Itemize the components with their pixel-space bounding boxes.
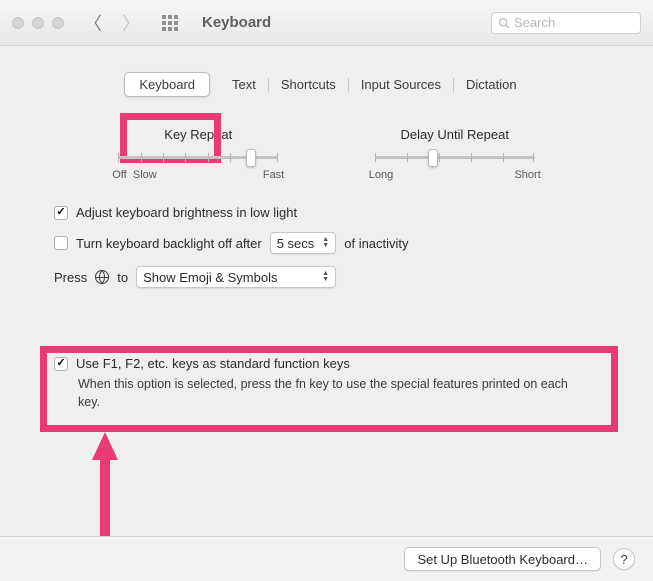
bluetooth-keyboard-button[interactable]: Set Up Bluetooth Keyboard…: [404, 547, 601, 571]
row-fn-keys: Use F1, F2, etc. keys as standard functi…: [54, 356, 610, 411]
tab-dictation[interactable]: Dictation: [454, 73, 529, 96]
control-close[interactable]: [12, 17, 24, 29]
annotation-arrow: [90, 432, 120, 552]
options: Adjust keyboard brightness in low light …: [0, 181, 653, 288]
help-button[interactable]: ?: [613, 548, 635, 570]
checkbox-adjust-brightness[interactable]: [54, 206, 68, 220]
tab-text[interactable]: Text: [220, 73, 268, 96]
window-title: Keyboard: [202, 14, 271, 31]
slider-delay-thumb[interactable]: [428, 149, 438, 167]
control-zoom[interactable]: [52, 17, 64, 29]
fn-keys-description: When this option is selected, press the …: [54, 375, 610, 411]
chevron-updown-icon: ▲▼: [322, 237, 329, 249]
window-controls: [12, 17, 64, 29]
globe-icon: [95, 270, 109, 284]
search-input[interactable]: Search: [491, 12, 641, 34]
all-prefs-icon[interactable]: [162, 15, 178, 31]
tabs: Keyboard Text Shortcuts Input Sources Di…: [0, 72, 653, 97]
sliders: Key Repeat Off Slow Fast Delay Until Rep…: [0, 127, 653, 181]
slider-delay-track[interactable]: [375, 156, 535, 159]
row-adjust-brightness: Adjust keyboard brightness in low light: [54, 205, 599, 220]
slider-key-repeat-thumb[interactable]: [246, 149, 256, 167]
nav-arrows: 〈 〉: [84, 10, 140, 36]
row-backlight-off: Turn keyboard backlight off after 5 secs…: [54, 232, 599, 254]
label-adjust-brightness: Adjust keyboard brightness in low light: [76, 205, 297, 220]
checkbox-backlight-off[interactable]: [54, 236, 68, 250]
slider-delay: Delay Until Repeat Long Short: [369, 127, 541, 181]
select-globe-action[interactable]: Show Emoji & Symbols ▲▼: [136, 266, 336, 288]
search-icon: [498, 17, 510, 29]
nav-back-icon[interactable]: 〈: [84, 10, 102, 36]
tab-shortcuts[interactable]: Shortcuts: [269, 73, 348, 96]
control-minimize[interactable]: [32, 17, 44, 29]
select-backlight-delay[interactable]: 5 secs ▲▼: [270, 232, 337, 254]
nav-forward-icon[interactable]: 〉: [122, 10, 140, 36]
label-fn-keys: Use F1, F2, etc. keys as standard functi…: [76, 356, 350, 371]
row-press-globe: Press to Show Emoji & Symbols ▲▼: [54, 266, 599, 288]
checkbox-fn-keys[interactable]: [54, 357, 68, 371]
search-placeholder: Search: [514, 15, 555, 30]
footer: Set Up Bluetooth Keyboard… ?: [0, 536, 653, 581]
slider-key-repeat: Key Repeat Off Slow Fast: [112, 127, 284, 181]
tab-keyboard[interactable]: Keyboard: [124, 72, 210, 97]
titlebar: 〈 〉 Keyboard Search: [0, 0, 653, 46]
chevron-updown-icon: ▲▼: [322, 271, 329, 283]
slider-key-repeat-track[interactable]: [118, 156, 278, 159]
content: Keyboard Text Shortcuts Input Sources Di…: [0, 46, 653, 581]
tab-input-sources[interactable]: Input Sources: [349, 73, 453, 96]
